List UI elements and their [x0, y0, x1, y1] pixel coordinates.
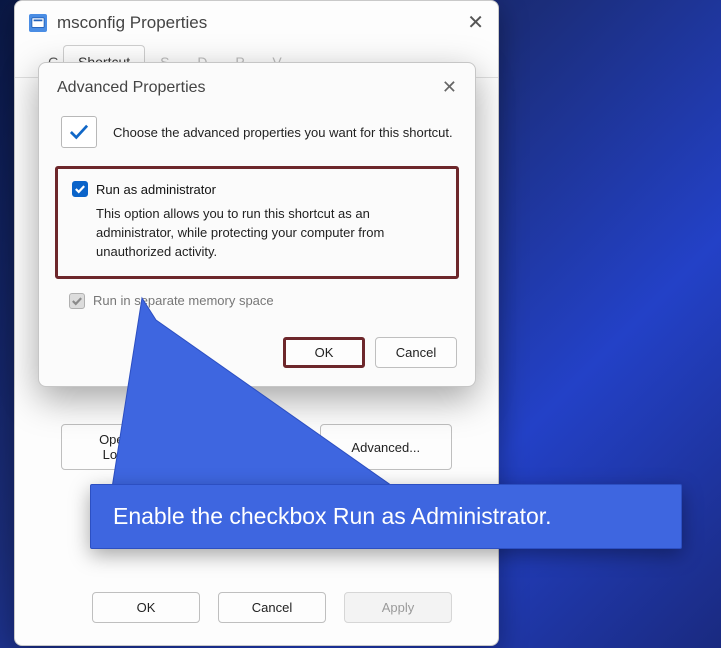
annotation-callout: Enable the checkbox Run as Administrator… [90, 484, 682, 549]
shortcut-mid-buttons: Open File Location Chang Advanced... [61, 424, 452, 470]
dialog-buttons: OK Cancel [39, 337, 475, 368]
intro-text: Choose the advanced properties you want … [113, 125, 453, 140]
cancel-button[interactable]: Cancel [218, 592, 326, 623]
run-as-admin-description: This option allows you to run this short… [96, 205, 436, 262]
change-icon-button[interactable]: Chang [212, 424, 302, 470]
run-as-admin-highlight: Run as administrator This option allows … [55, 166, 459, 279]
dialog-buttons: OK Cancel Apply [37, 578, 476, 623]
separate-memory-option: Run in separate memory space [69, 293, 445, 309]
shortcut-checkmark-icon [61, 116, 97, 148]
run-as-admin-label: Run as administrator [96, 182, 216, 197]
advanced-properties-dialog: Advanced Properties ✕ Choose the advance… [38, 62, 476, 387]
separate-memory-label: Run in separate memory space [93, 293, 274, 308]
titlebar: msconfig Properties ✕ [15, 1, 498, 45]
titlebar: Advanced Properties ✕ [39, 63, 475, 108]
close-icon[interactable]: ✕ [467, 13, 484, 33]
annotation-text: Enable the checkbox Run as Administrator… [113, 503, 552, 529]
run-as-admin-option[interactable]: Run as administrator [72, 181, 442, 197]
separate-memory-checkbox [69, 293, 85, 309]
intro-row: Choose the advanced properties you want … [39, 108, 475, 166]
cancel-button[interactable]: Cancel [375, 337, 457, 368]
open-file-location-button[interactable]: Open File Location [61, 424, 194, 470]
ok-button[interactable]: OK [283, 337, 365, 368]
window-title: msconfig Properties [57, 13, 207, 33]
advanced-button[interactable]: Advanced... [320, 424, 453, 470]
ok-button[interactable]: OK [92, 592, 200, 623]
close-icon[interactable]: ✕ [442, 77, 457, 98]
apply-button: Apply [344, 592, 452, 623]
dialog-title: Advanced Properties [57, 79, 206, 97]
app-icon [29, 14, 47, 32]
run-as-admin-checkbox[interactable] [72, 181, 88, 197]
